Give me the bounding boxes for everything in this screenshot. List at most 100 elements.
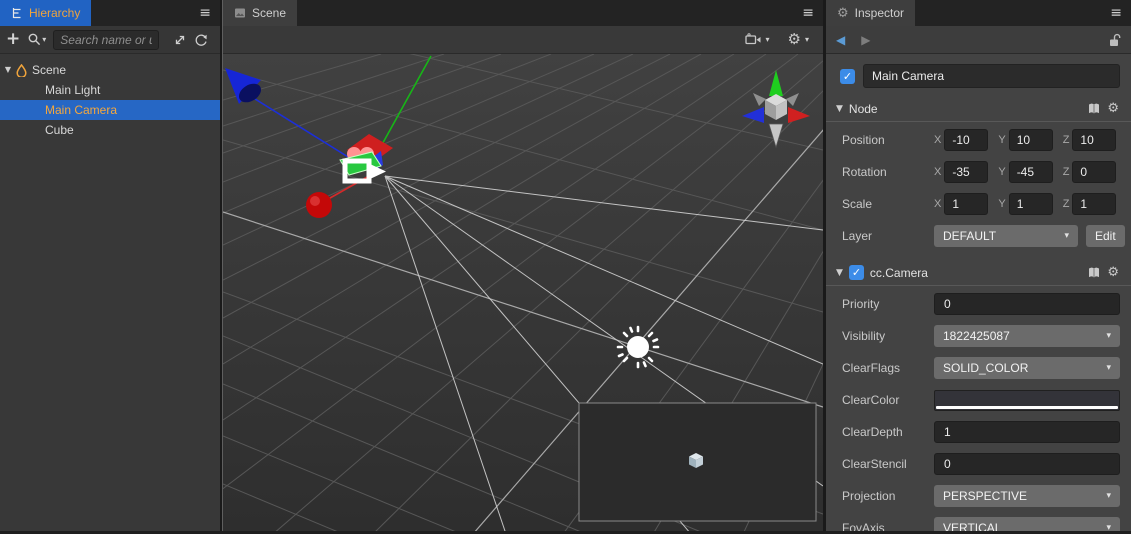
- property-row-cleardepth: ClearDepth: [826, 416, 1131, 448]
- camera-section-title: cc.Camera: [870, 266, 928, 280]
- clearstencil-input[interactable]: [934, 453, 1120, 475]
- visibility-dropdown-value: 1822425087: [943, 329, 1010, 343]
- property-row-layer: Layer DEFAULT ▾ Edit: [826, 220, 1131, 252]
- fovaxis-dropdown-value: VERTICAL: [943, 521, 1001, 531]
- scene-viewport[interactable]: [223, 54, 823, 531]
- camera-preview-window: [579, 403, 816, 521]
- property-row-scale: Scale X Y Z: [826, 188, 1131, 220]
- rotation-z-input[interactable]: [1072, 161, 1116, 183]
- inspector-toolbar: ◀ ▶: [826, 26, 1131, 54]
- layer-dropdown[interactable]: DEFAULT ▾: [934, 225, 1078, 247]
- create-node-button[interactable]: +: [6, 31, 20, 48]
- position-z-input[interactable]: [1072, 129, 1116, 151]
- fovaxis-dropdown[interactable]: VERTICAL ▾: [934, 517, 1120, 531]
- property-label: Rotation: [842, 165, 934, 179]
- scene-menu-icon[interactable]: ≡: [802, 6, 814, 20]
- collapse-triangle-icon[interactable]: ▼: [836, 104, 843, 114]
- dropdown-caret-icon: ▾: [1106, 491, 1111, 501]
- search-input[interactable]: [53, 30, 159, 50]
- camera-menu-caret-icon: ▾: [766, 35, 770, 44]
- refresh-button[interactable]: [194, 33, 208, 47]
- dropdown-caret-icon: ▾: [1106, 331, 1111, 341]
- tree-node-label: Scene: [32, 63, 66, 77]
- axis-y-label: Y: [998, 134, 1005, 146]
- clearflags-dropdown-value: SOLID_COLOR: [943, 361, 1028, 375]
- lock-button[interactable]: [1108, 33, 1121, 47]
- axis-z-label: Z: [1063, 166, 1070, 178]
- axis-x-label: X: [934, 134, 941, 146]
- scene-asset-icon: [16, 64, 27, 77]
- expand-all-button[interactable]: [173, 33, 187, 47]
- camera-enabled-checkbox[interactable]: ✓: [849, 265, 864, 280]
- property-label: ClearFlags: [842, 361, 934, 375]
- position-x-input[interactable]: [944, 129, 988, 151]
- light-gizmo-icon[interactable]: [618, 327, 658, 367]
- property-row-clearflags: ClearFlags SOLID_COLOR ▾: [826, 352, 1131, 384]
- tree-node-label: Main Camera: [45, 103, 117, 117]
- view-axis-gizmo[interactable]: [742, 70, 810, 147]
- tree-node-main-camera[interactable]: Main Camera: [0, 100, 220, 120]
- layer-edit-button[interactable]: Edit: [1086, 225, 1125, 247]
- node-settings-gear-icon[interactable]: ⚙: [1107, 101, 1119, 116]
- projection-dropdown[interactable]: PERSPECTIVE ▾: [934, 485, 1120, 507]
- tree-node-main-light[interactable]: Main Light: [0, 80, 220, 100]
- scale-x-input[interactable]: [944, 193, 988, 215]
- clearcolor-swatch[interactable]: [934, 390, 1120, 411]
- priority-input[interactable]: [934, 293, 1120, 315]
- position-y-input[interactable]: [1009, 129, 1053, 151]
- tab-scene[interactable]: Scene: [223, 0, 297, 26]
- expander-icon[interactable]: ▼: [0, 66, 16, 74]
- axis-down-cone[interactable]: [769, 124, 783, 147]
- rotation-x-input[interactable]: [944, 161, 988, 183]
- scene-tabbar: Scene ≡: [223, 0, 823, 26]
- inspector-tabbar: ⚙ Inspector ≡: [826, 0, 1131, 26]
- scene-camera-menu-button[interactable]: ▾: [745, 33, 770, 46]
- cleardepth-input[interactable]: [934, 421, 1120, 443]
- search-filter-button[interactable]: ▾: [27, 32, 46, 47]
- hierarchy-menu-icon[interactable]: ≡: [199, 6, 211, 20]
- property-row-position: Position X Y Z: [826, 124, 1131, 156]
- dropdown-caret-icon: ▾: [1106, 363, 1111, 373]
- node-section-body: Position X Y Z Rotation X Y Z: [826, 122, 1131, 252]
- property-label: Layer: [842, 229, 934, 243]
- axis-x-label: X: [934, 198, 941, 210]
- scale-y-input[interactable]: [1009, 193, 1053, 215]
- tab-scene-label: Scene: [252, 6, 286, 20]
- axis-z-label: Z: [1063, 134, 1070, 146]
- property-label: Scale: [842, 197, 934, 211]
- tab-inspector[interactable]: ⚙ Inspector: [826, 0, 915, 26]
- property-label: Position: [842, 133, 934, 147]
- property-row-visibility: Visibility 1822425087 ▾: [826, 320, 1131, 352]
- camera-section-header[interactable]: ▼ ✓ cc.Camera ⚙: [826, 260, 1131, 286]
- collapse-triangle-icon[interactable]: ▼: [836, 268, 843, 278]
- gizmo-x-arrowhead[interactable]: [306, 192, 332, 218]
- tree-node-scene[interactable]: ▼ Scene: [0, 60, 220, 80]
- node-section-header[interactable]: ▼ Node ⚙: [826, 96, 1131, 122]
- hierarchy-tree: ▼ Scene Main Light Main Camera Cube: [0, 54, 220, 140]
- axis-x-cone[interactable]: [788, 107, 810, 123]
- history-forward-button[interactable]: ▶: [861, 34, 870, 46]
- docs-book-icon[interactable]: [1087, 103, 1101, 115]
- inspector-menu-icon[interactable]: ≡: [1110, 6, 1122, 20]
- node-name-row: ✓: [840, 64, 1120, 88]
- scene-gizmo-settings-button[interactable]: ⚙ ▾: [788, 32, 809, 47]
- tab-hierarchy[interactable]: Hierarchy: [0, 0, 91, 26]
- scene-panel: Scene ≡ ▾ ⚙ ▾: [222, 0, 823, 531]
- gear-icon: ⚙: [788, 32, 801, 47]
- dropdown-caret-icon: ▾: [1106, 523, 1111, 531]
- scale-z-input[interactable]: [1072, 193, 1116, 215]
- node-active-checkbox[interactable]: ✓: [840, 69, 855, 84]
- rotation-y-input[interactable]: [1009, 161, 1053, 183]
- camera-icon: [745, 33, 762, 46]
- node-name-input[interactable]: [863, 64, 1120, 88]
- inspector-panel: ⚙ Inspector ≡ ◀ ▶ ✓ ▼ Node ⚙: [826, 0, 1131, 531]
- unlock-icon: [1108, 33, 1121, 47]
- history-back-button[interactable]: ◀: [836, 34, 845, 46]
- camera-settings-gear-icon[interactable]: ⚙: [1107, 265, 1119, 280]
- visibility-dropdown[interactable]: 1822425087 ▾: [934, 325, 1120, 347]
- clearflags-dropdown[interactable]: SOLID_COLOR ▾: [934, 357, 1120, 379]
- docs-book-icon[interactable]: [1087, 267, 1101, 279]
- tree-node-cube[interactable]: Cube: [0, 120, 220, 140]
- property-row-projection: Projection PERSPECTIVE ▾: [826, 480, 1131, 512]
- property-label: Priority: [842, 297, 934, 311]
